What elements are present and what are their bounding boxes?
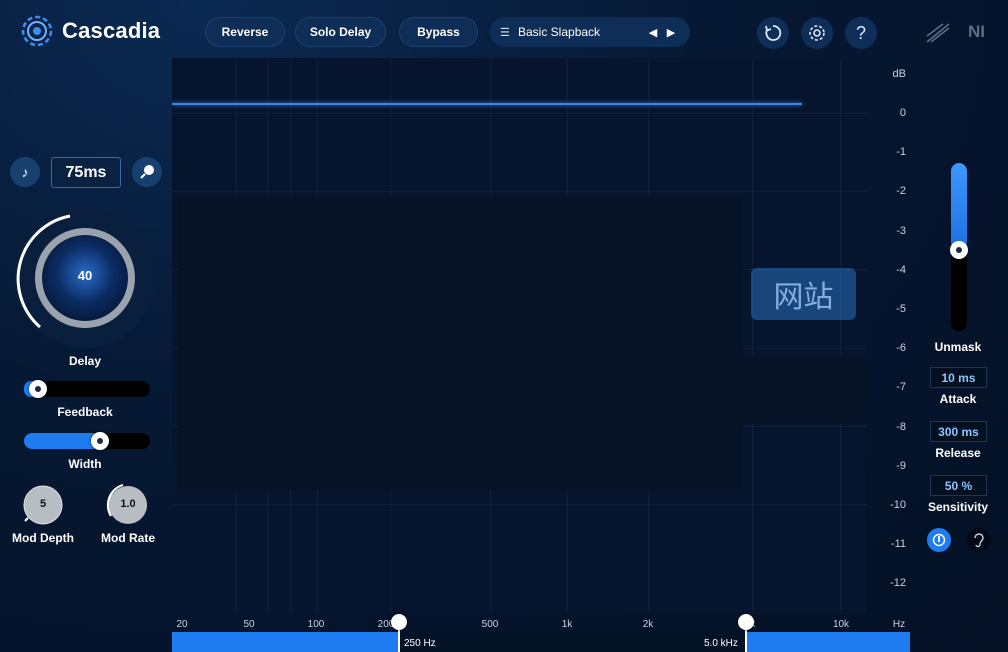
mod-depth-value: 5: [39, 498, 47, 510]
db-tick-label: -12: [890, 577, 906, 590]
help-button[interactable]: ?: [845, 17, 877, 49]
triangle-left-icon[interactable]: ◀: [644, 26, 662, 39]
db-tick-label: -2: [896, 185, 906, 198]
unmask-threshold-line: [172, 103, 802, 105]
db-tick-label: -10: [890, 499, 906, 511]
tap-tempo-icon: [140, 165, 154, 179]
spectrum-shade: [178, 198, 743, 489]
app-logo: Cascadia: [20, 14, 160, 48]
preset-selector[interactable]: ☰ Basic Slapback ◀ ▶: [490, 17, 690, 47]
high-band-region[interactable]: [746, 632, 910, 652]
bypass-button[interactable]: Bypass: [399, 17, 478, 47]
frequency-tick-label: 20: [176, 619, 188, 630]
unmask-slider-fill: [951, 163, 967, 250]
feedback-slider[interactable]: [24, 380, 150, 398]
grid-line: [172, 113, 867, 114]
unmask-slider-thumb[interactable]: [950, 241, 968, 259]
frequency-tick-label: 100: [307, 619, 325, 630]
db-tick-label: -6: [896, 342, 906, 355]
db-tick-label: -5: [896, 303, 906, 315]
mid-band-region[interactable]: [399, 632, 746, 652]
listen-button[interactable]: [967, 528, 991, 552]
db-tick-label: -11: [890, 538, 906, 551]
tempo-sync-button[interactable]: ♪: [10, 157, 40, 187]
width-slider-thumb[interactable]: [91, 432, 109, 450]
width-slider-fill: [24, 433, 100, 449]
frequency-tick-label: 50: [243, 619, 255, 630]
db-tick-label: -7: [896, 381, 906, 394]
db-tick-label: -8: [896, 420, 906, 433]
cascadia-logo-icon: [21, 15, 53, 47]
reverse-button[interactable]: Reverse: [205, 17, 285, 47]
gear-icon: [809, 25, 825, 41]
solo-delay-button[interactable]: Solo Delay: [295, 17, 386, 47]
delay-value: 40: [77, 268, 93, 283]
grid-line: [172, 191, 867, 192]
feedback-slider-thumb[interactable]: [29, 380, 47, 398]
preset-name: Basic Slapback: [518, 25, 601, 39]
tap-tempo-button[interactable]: [132, 157, 162, 187]
grid-line: [172, 504, 867, 505]
db-tick-label: -9: [896, 459, 906, 472]
high-band-handle[interactable]: [738, 614, 754, 630]
unmask-label: Unmask: [934, 340, 982, 354]
db-tick-label: -4: [896, 263, 906, 276]
mod-depth-label: Mod Depth: [12, 531, 74, 545]
feedback-label: Feedback: [57, 405, 113, 419]
db-unit-label: dB: [892, 68, 906, 80]
frequency-tick-label: 1k: [561, 619, 573, 630]
izotope-logo-icon: [926, 23, 950, 43]
list-icon: ☰: [500, 26, 510, 39]
music-note-icon: ♪: [21, 164, 29, 180]
frequency-tick-label: Hz: [892, 619, 906, 630]
low-band-frequency: 250 Hz: [404, 638, 436, 649]
low-band-region[interactable]: [172, 632, 399, 652]
watermark-badge: 网站: [751, 268, 856, 320]
frequency-tick-label: 2k: [642, 619, 654, 630]
power-button[interactable]: [927, 528, 951, 552]
mod-rate-value: 1.0: [120, 498, 136, 510]
spectrum-display[interactable]: [172, 58, 867, 614]
width-label: Width: [68, 457, 102, 471]
release-field[interactable]: 300 ms: [930, 421, 987, 442]
db-tick-label: -1: [896, 146, 906, 159]
power-icon: [932, 533, 946, 547]
low-band-divider: [398, 628, 400, 652]
attack-field[interactable]: 10 ms: [930, 367, 987, 388]
ear-icon: [974, 533, 984, 548]
frequency-tick-label: 10k: [832, 619, 850, 630]
frequency-tick-label: 500: [481, 619, 499, 630]
help-icon: ?: [855, 22, 866, 43]
high-band-frequency: 5.0 kHz: [704, 638, 738, 649]
width-slider[interactable]: [24, 432, 150, 450]
db-tick-label: 0: [899, 107, 906, 119]
history-icon: [765, 25, 782, 41]
mod-rate-label: Mod Rate: [101, 531, 155, 545]
spectrum-shade: [743, 358, 867, 424]
delay-time-field[interactable]: 75ms: [51, 157, 121, 188]
sensitivity-label: Sensitivity: [927, 500, 989, 514]
grid-line: [752, 58, 753, 614]
delay-label: Delay: [68, 354, 102, 368]
grid-line: [840, 58, 841, 614]
db-tick-label: -3: [896, 224, 906, 237]
low-band-handle[interactable]: [391, 614, 407, 630]
unmask-slider[interactable]: [950, 163, 968, 331]
triangle-right-icon[interactable]: ▶: [662, 26, 680, 39]
release-label: Release: [935, 446, 981, 460]
high-band-divider: [745, 628, 747, 652]
history-button[interactable]: [757, 17, 789, 49]
sensitivity-field[interactable]: 50 %: [930, 475, 987, 496]
ni-logo-icon: NI: [968, 22, 985, 41]
app-title: Cascadia: [62, 18, 161, 43]
settings-button[interactable]: [801, 17, 833, 49]
attack-label: Attack: [939, 392, 977, 406]
cascadia-plugin-window: Cascadia Reverse Solo Delay Bypass ☰ Bas…: [0, 0, 1008, 652]
